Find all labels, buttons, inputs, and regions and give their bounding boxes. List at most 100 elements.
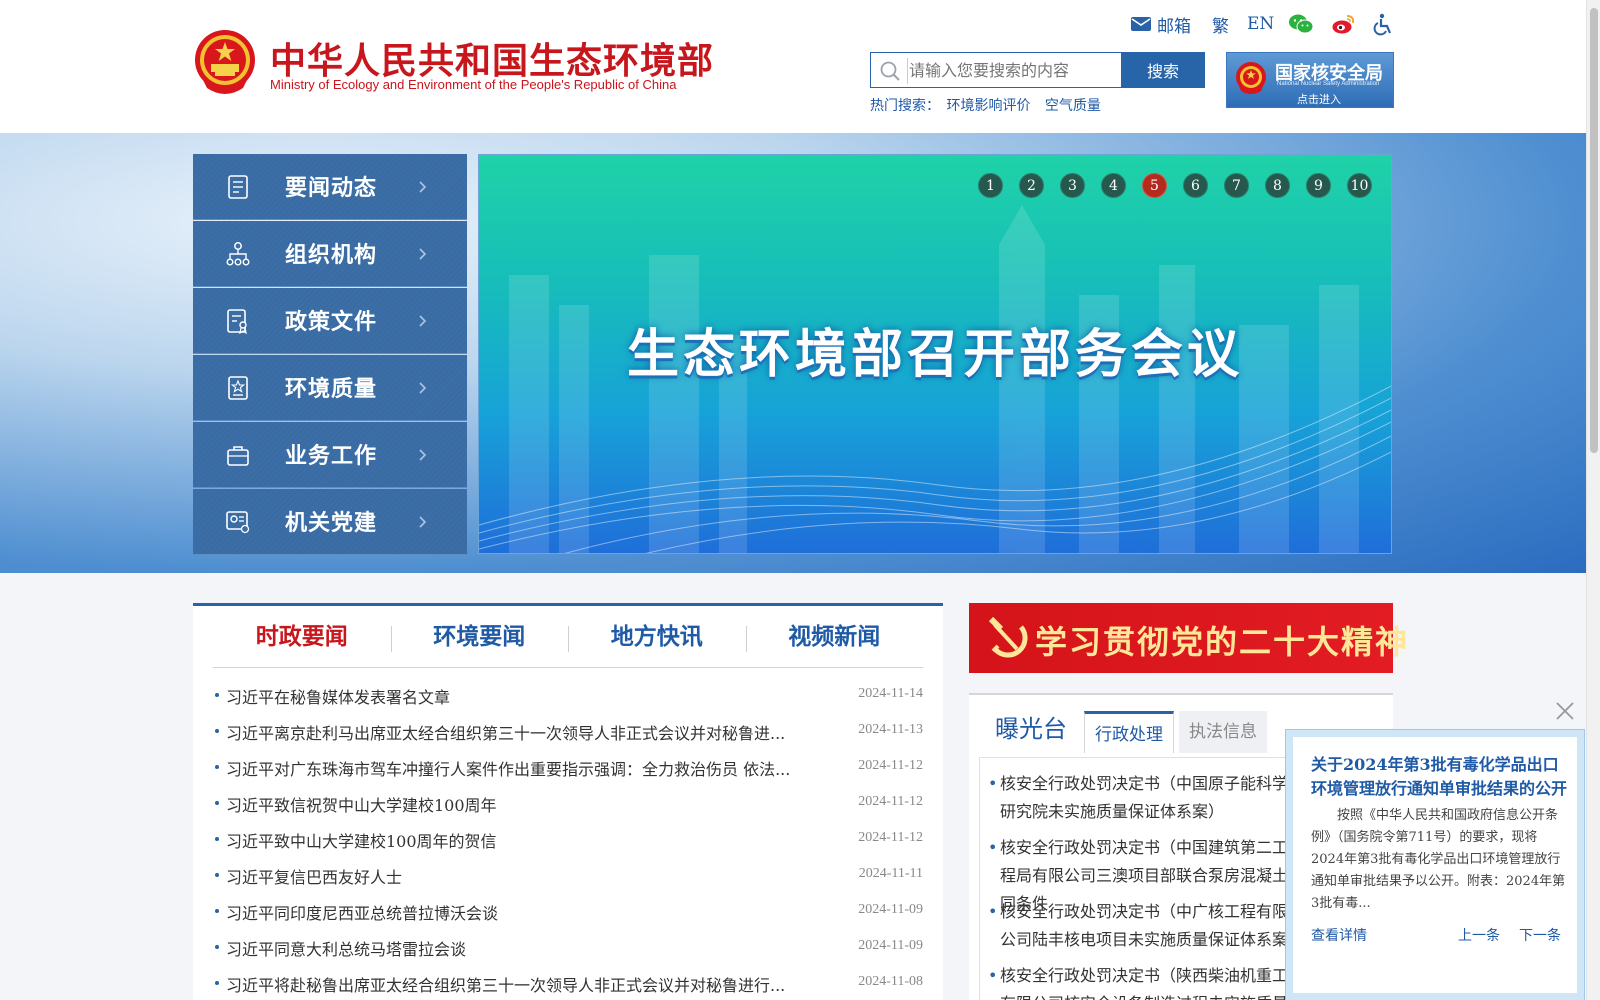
nnsa-emblem-icon xyxy=(1236,62,1266,94)
list-item[interactable]: 习近平致中山大学建校100周年的贺信 2024-11-12 xyxy=(213,824,923,860)
tab-local-news[interactable]: 地方快讯 xyxy=(568,616,746,667)
news-title[interactable]: 习近平离京赴利马出席亚太经合组织第三十一次领导人非正式会议并对秘鲁进... xyxy=(226,720,816,744)
bullet xyxy=(215,909,219,913)
list-item[interactable]: 习近平复信巴西友好人士 2024-11-11 xyxy=(213,860,923,896)
tab-current-affairs[interactable]: 时政要闻 xyxy=(213,616,391,667)
news-title[interactable]: 习近平将赴秘鲁出席亚太经合组织第三十一次领导人非正式会议并对秘鲁进行... xyxy=(226,972,816,996)
news-title[interactable]: 习近平在秘鲁媒体发表署名文章 xyxy=(226,684,816,708)
news-title[interactable]: 习近平同意大利总统马塔雷拉会谈 xyxy=(226,936,816,960)
carousel-slide-title[interactable]: 生态环境部召开部务会议 xyxy=(479,312,1391,387)
news-list: 习近平在秘鲁媒体发表署名文章 2024-11-14 习近平离京赴利马出席亚太经合组… xyxy=(213,680,923,1000)
list-item[interactable]: 核安全行政处罚决定书（中国原子能科学研究院未实施质量保证体系案） xyxy=(988,770,1300,826)
party-study-banner[interactable]: 学习贯彻党的二十大精神 xyxy=(969,603,1407,673)
hot-term-eia[interactable]: 环境影响评价 xyxy=(946,98,1030,114)
bullet xyxy=(215,801,219,805)
news-date: 2024-11-12 xyxy=(858,830,923,845)
accessibility-icon[interactable] xyxy=(1373,12,1395,36)
news-date: 2024-11-11 xyxy=(858,866,923,881)
tab-video-news[interactable]: 视频新闻 xyxy=(745,616,924,667)
search-input[interactable] xyxy=(909,54,1115,86)
nav-item-party-building[interactable]: 机关党建 xyxy=(193,489,467,555)
policy-file-icon xyxy=(227,309,247,334)
popup-title[interactable]: 关于2024年第3批有毒化学品出口环境管理放行通知单审批结果的公开 xyxy=(1311,753,1573,801)
bullet xyxy=(215,729,219,733)
search-button[interactable]: 搜索 xyxy=(1121,52,1205,88)
quality-badge-icon xyxy=(228,376,248,400)
carousel-dot[interactable]: 2 xyxy=(1019,173,1044,198)
news-panel: 时政要闻 环境要闻 地方快讯 视频新闻 习近平在秘鲁媒体发表署名文章 2024-1… xyxy=(193,603,943,1000)
nav-item-environment-quality[interactable]: 环境质量 xyxy=(193,355,467,421)
news-date: 2024-11-09 xyxy=(858,938,923,953)
carousel-dot[interactable]: 10 xyxy=(1347,173,1372,198)
nav-item-organization[interactable]: 组织机构 xyxy=(193,221,467,287)
english-link[interactable]: EN xyxy=(1247,12,1274,36)
chevron-right-icon xyxy=(419,248,427,260)
news-title[interactable]: 习近平对广东珠海市驾车冲撞行人案件作出重要指示强调：全力救治伤员 依法... xyxy=(226,756,816,780)
nav-item-business[interactable]: 业务工作 xyxy=(193,422,467,488)
nav-label: 环境质量 xyxy=(285,377,378,402)
chevron-right-icon xyxy=(419,516,427,528)
party-building-icon xyxy=(226,511,250,534)
list-item[interactable]: 习近平在秘鲁媒体发表署名文章 2024-11-14 xyxy=(213,680,923,716)
site-subtitle[interactable]: Ministry of Ecology and Environment of t… xyxy=(270,77,676,92)
previous-link[interactable]: 上一条 xyxy=(1458,925,1500,945)
org-chart-icon xyxy=(226,242,250,266)
next-link[interactable]: 下一条 xyxy=(1519,925,1561,945)
nav-label: 组织机构 xyxy=(285,243,378,268)
news-title[interactable]: 习近平致信祝贺中山大学建校100周年 xyxy=(226,792,816,816)
view-details-link[interactable]: 查看详情 xyxy=(1311,925,1367,945)
carousel-pagination: 1 2 3 4 5 6 7 8 9 10 xyxy=(978,173,1388,198)
mail-link[interactable]: 邮箱 xyxy=(1130,12,1191,37)
carousel-dot[interactable]: 9 xyxy=(1306,173,1331,198)
news-date: 2024-11-14 xyxy=(858,686,923,701)
list-item[interactable]: 习近平致信祝贺中山大学建校100周年 2024-11-12 xyxy=(213,788,923,824)
list-item[interactable]: 习近平同意大利总统马塔雷拉会谈 2024-11-09 xyxy=(213,932,923,968)
list-item[interactable]: 习近平对广东珠海市驾车冲撞行人案件作出重要指示强调：全力救治伤员 依法... 20… xyxy=(213,752,923,788)
list-item[interactable]: 习近平将赴秘鲁出席亚太经合组织第三十一次领导人非正式会议并对秘鲁进行... 202… xyxy=(213,968,923,1000)
carousel-dot[interactable]: 4 xyxy=(1101,173,1126,198)
list-item[interactable]: 核安全行政处罚决定书（陕西柴油机重工有限公司核安全设备制造过程未实施质量保证体 xyxy=(988,962,1300,1000)
tab-enforcement-info[interactable]: 执法信息 xyxy=(1179,711,1267,753)
bullet xyxy=(215,837,219,841)
national-emblem-icon[interactable] xyxy=(193,28,257,98)
nav-item-policy[interactable]: 政策文件 xyxy=(193,288,467,354)
nav-label: 业务工作 xyxy=(285,444,378,469)
hammer-sickle-icon xyxy=(988,616,1028,658)
carousel-dot[interactable]: 3 xyxy=(1060,173,1085,198)
chevron-right-icon xyxy=(419,181,427,193)
news-date: 2024-11-08 xyxy=(858,974,923,989)
news-tabs: 时政要闻 环境要闻 地方快讯 视频新闻 xyxy=(213,616,923,668)
carousel-dot[interactable]: 6 xyxy=(1183,173,1208,198)
party-banner-text: 学习贯彻党的二十大精神 xyxy=(1035,623,1410,661)
bullet xyxy=(215,981,219,985)
news-document-icon xyxy=(228,175,248,199)
nnsa-entry-button[interactable]: 国家核安全局 National Nuclear Safety Administr… xyxy=(1226,52,1394,108)
list-item[interactable]: 核安全行政处罚决定书（中广核工程有限公司陆丰核电项目未实施质量保证体系案） xyxy=(988,898,1304,954)
news-title[interactable]: 习近平复信巴西友好人士 xyxy=(226,864,816,888)
search-divider xyxy=(907,58,908,84)
close-icon[interactable] xyxy=(1554,700,1576,722)
carousel-dot-active[interactable]: 5 xyxy=(1142,173,1167,198)
weibo-icon[interactable] xyxy=(1332,12,1356,36)
page-scrollbar[interactable] xyxy=(1586,0,1600,1000)
hero-carousel[interactable]: 1 2 3 4 5 6 7 8 9 10 生态环境部召开部务会议 xyxy=(478,154,1392,554)
list-item[interactable]: 习近平同印度尼西亚总统普拉博沃会谈 2024-11-09 xyxy=(213,896,923,932)
briefcase-icon xyxy=(227,446,249,466)
tab-administrative-penalty[interactable]: 行政处理 xyxy=(1084,711,1174,753)
carousel-dot[interactable]: 7 xyxy=(1224,173,1249,198)
hot-search-label: 热门搜索： xyxy=(870,98,940,114)
wechat-icon[interactable] xyxy=(1288,12,1314,36)
news-title[interactable]: 习近平同印度尼西亚总统普拉博沃会谈 xyxy=(226,900,816,924)
popup-body: 按照《中华人民共和国政府信息公开条例》（国务院令第711号）的要求，现将2024… xyxy=(1311,808,1566,911)
tab-environment-news[interactable]: 环境要闻 xyxy=(390,616,569,667)
carousel-dot[interactable]: 8 xyxy=(1265,173,1290,198)
traditional-chinese-link[interactable]: 繁 xyxy=(1212,12,1229,37)
list-item[interactable]: 习近平离京赴利马出席亚太经合组织第三十一次领导人非正式会议并对秘鲁进... 202… xyxy=(213,716,923,752)
carousel-dot[interactable]: 1 xyxy=(978,173,1003,198)
scrollbar-thumb[interactable] xyxy=(1590,8,1598,453)
mail-link-label: 邮箱 xyxy=(1157,16,1191,37)
hot-search: 热门搜索： 环境影响评价 空气质量 xyxy=(870,95,1111,115)
news-title[interactable]: 习近平致中山大学建校100周年的贺信 xyxy=(226,828,816,852)
nav-item-news[interactable]: 要闻动态 xyxy=(193,154,467,220)
hot-term-air-quality[interactable]: 空气质量 xyxy=(1045,98,1101,114)
